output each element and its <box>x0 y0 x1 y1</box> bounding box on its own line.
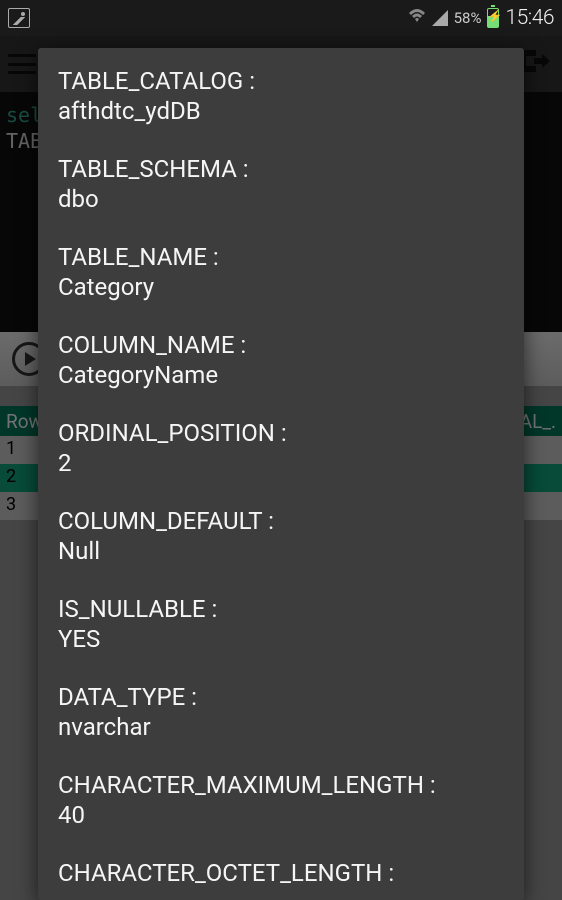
field-label: TABLE_CATALOG : <box>58 66 504 96</box>
field-label: IS_NULLABLE : <box>58 594 504 624</box>
field-label: TABLE_NAME : <box>58 242 504 272</box>
field-group: COLUMN_DEFAULT :Null <box>58 506 504 566</box>
field-value: Category <box>58 272 504 302</box>
field-value: 40 <box>58 800 504 830</box>
field-label: COLUMN_DEFAULT : <box>58 506 504 536</box>
field-group: TABLE_NAME :Category <box>58 242 504 302</box>
field-value: YES <box>58 624 504 654</box>
field-group: CHARACTER_MAXIMUM_LENGTH :40 <box>58 770 504 830</box>
battery-percentage: 58% <box>454 9 482 27</box>
field-value: Null <box>58 536 504 566</box>
field-group: ORDINAL_POSITION :2 <box>58 418 504 478</box>
field-value: dbo <box>58 184 504 214</box>
battery-charging-icon <box>487 8 499 28</box>
field-label: CHARACTER_OCTET_LENGTH : <box>58 858 504 888</box>
field-group: CHARACTER_OCTET_LENGTH : <box>58 858 504 888</box>
column-details-dialog[interactable]: TABLE_CATALOG :afthdtc_ydDB TABLE_SCHEMA … <box>38 48 524 900</box>
field-label: ORDINAL_POSITION : <box>58 418 504 448</box>
status-bar: 58% 15:46 <box>0 0 562 36</box>
field-group: COLUMN_NAME :CategoryName <box>58 330 504 390</box>
field-group: TABLE_CATALOG :afthdtc_ydDB <box>58 66 504 126</box>
field-value: nvarchar <box>58 712 504 742</box>
field-value: afthdtc_ydDB <box>58 96 504 126</box>
field-label: CHARACTER_MAXIMUM_LENGTH : <box>58 770 504 800</box>
field-label: COLUMN_NAME : <box>58 330 504 360</box>
field-group: IS_NULLABLE :YES <box>58 594 504 654</box>
field-label: DATA_TYPE : <box>58 682 504 712</box>
wifi-icon <box>408 8 426 28</box>
field-group: TABLE_SCHEMA :dbo <box>58 154 504 214</box>
field-group: DATA_TYPE :nvarchar <box>58 682 504 742</box>
field-label: TABLE_SCHEMA : <box>58 154 504 184</box>
signal-icon <box>432 10 448 26</box>
field-value: 2 <box>58 448 504 478</box>
clock: 15:46 <box>505 6 554 30</box>
image-notification-icon <box>8 8 30 28</box>
field-value: CategoryName <box>58 360 504 390</box>
